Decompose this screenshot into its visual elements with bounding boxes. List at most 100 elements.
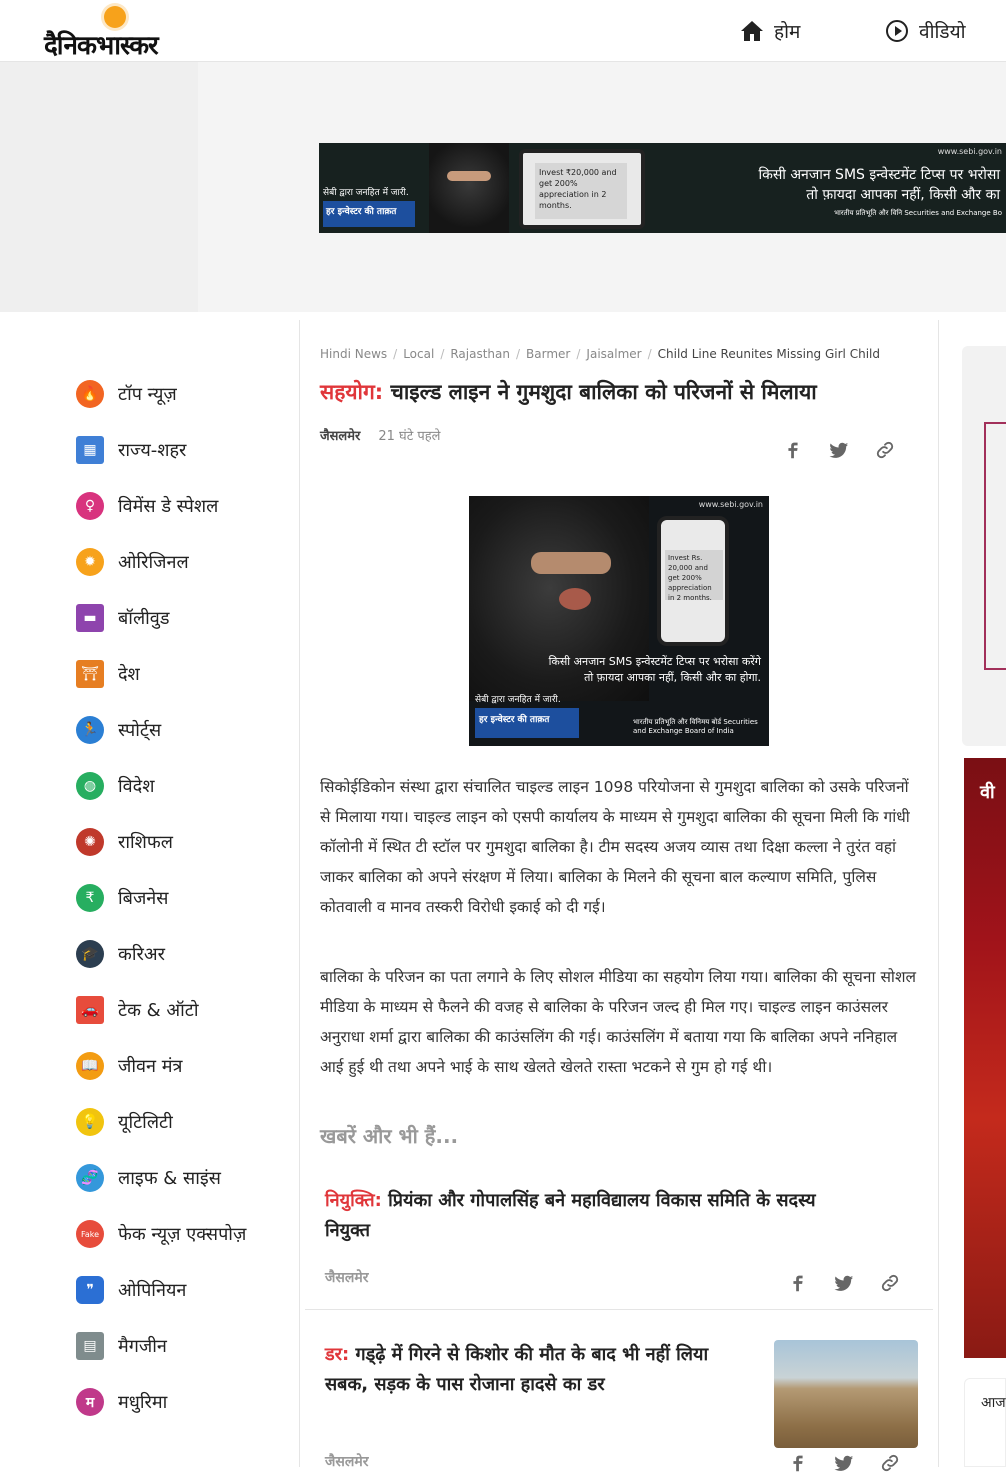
related-story-card[interactable]: डर: गड्ढ़े में गिरने से किशोर की मौत के … <box>325 1340 925 1472</box>
sidebar-item-sports[interactable]: 🏃 स्पोर्ट्स <box>76 702 291 758</box>
breadcrumb-link[interactable]: Local <box>403 347 434 361</box>
related-story-thumbnail[interactable] <box>774 1340 918 1448</box>
nav-home[interactable]: होम <box>740 18 800 44</box>
banner-right-note: भारतीय प्रतिभूति और विनि Securities and … <box>834 209 1002 217</box>
link-icon[interactable] <box>874 439 896 461</box>
original-icon: ✹ <box>76 548 104 576</box>
right-rail-ad[interactable] <box>962 346 1006 746</box>
sidebar-item-fake-news[interactable]: Fake फेक न्यूज़ एक्सपोज़ <box>76 1206 291 1262</box>
facebook-icon[interactable] <box>787 1272 809 1294</box>
article-image[interactable]: www.sebi.gov.in Invest Rs. 20,000 and ge… <box>469 496 769 746</box>
share-bar <box>782 439 896 461</box>
dna-icon: 🧬 <box>76 1164 104 1192</box>
facebook-icon[interactable] <box>782 439 804 461</box>
m-icon: म <box>76 1388 104 1416</box>
more-news-heading: खबरें और भी हैं... <box>320 1124 459 1148</box>
car-icon: 🚗 <box>76 996 104 1024</box>
nav-video-label: वीडियो <box>919 21 966 43</box>
share-bar <box>787 1452 901 1474</box>
sidebar-item-life-science[interactable]: 🧬 लाइफ & साइंस <box>76 1150 291 1206</box>
sidebar-item-horoscope[interactable]: ✺ राशिफल <box>76 814 291 870</box>
related-story-card[interactable]: नियुक्ति: प्रियंका और गोपालसिंह बने महाव… <box>325 1186 925 1292</box>
sidebar-item-utility[interactable]: 💡 यूटिलिटी <box>76 1094 291 1150</box>
sidebar-item-bollywood[interactable]: ▬ बॉलीवुड <box>76 590 291 646</box>
right-rail-promo[interactable]: वी <box>964 758 1006 1358</box>
sidebar-item-label: टेक & ऑटो <box>118 1000 199 1021</box>
related-story-title[interactable]: नियुक्ति: प्रियंका और गोपालसिंह बने महाव… <box>325 1186 865 1246</box>
play-circle-icon <box>886 20 908 42</box>
article-main: Hindi News / Local / Rajasthan / Barmer / Ja… <box>320 340 920 1472</box>
related-story-keyword: डर: <box>325 1344 350 1365</box>
sidebar-item-label: मधुरिमा <box>118 1392 168 1413</box>
link-icon[interactable] <box>879 1452 901 1474</box>
site-header: दैनिकभास्कर होम वीडियो <box>0 0 1006 62</box>
image-line2: तो फ़ायदा आपका नहीं, किसी और का होगा. <box>584 671 761 684</box>
sidebar-item-label: बॉलीवुड <box>118 608 170 629</box>
banner-ad[interactable]: Invest ₹20,000 and get 200% appreciation… <box>319 143 1006 233</box>
twitter-icon[interactable] <box>828 439 850 461</box>
banner-sms-text: Invest ₹20,000 and get 200% appreciation… <box>535 163 627 219</box>
gate-icon: ⛩ <box>76 660 104 688</box>
bulb-icon: 💡 <box>76 1108 104 1136</box>
breadcrumb-link[interactable]: Rajasthan <box>450 347 510 361</box>
breadcrumb-current: Child Line Reunites Missing Girl Child <box>657 347 880 361</box>
twitter-icon[interactable] <box>833 1272 855 1294</box>
sidebar-item-career[interactable]: 🎓 करिअर <box>76 926 291 982</box>
banner-url: www.sebi.gov.in <box>937 147 1002 156</box>
banner-line2: तो फ़ायदा आपका नहीं, किसी और का <box>806 187 1000 203</box>
link-icon[interactable] <box>879 1272 901 1294</box>
zodiac-icon: ✺ <box>76 828 104 856</box>
sidebar-item-top-news[interactable]: 🔥 टॉप न्यूज़ <box>76 366 291 422</box>
article-title: सहयोग: चाइल्ड लाइन ने गुमशुदा बालिका को … <box>320 376 920 408</box>
twitter-icon[interactable] <box>833 1452 855 1474</box>
breadcrumb: Hindi News / Local / Rajasthan / Barmer / Ja… <box>320 347 880 361</box>
sidebar-item-madhurima[interactable]: म मधुरिमा <box>76 1374 291 1430</box>
sidebar-item-label: यूटिलिटी <box>118 1112 173 1133</box>
related-story-title[interactable]: डर: गड्ढ़े में गिरने से किशोर की मौत के … <box>325 1340 745 1400</box>
sidebar-item-label: बिजनेस <box>118 888 169 909</box>
logo-text: दैनिकभास्कर <box>44 31 159 61</box>
nav-video[interactable]: वीडियो <box>885 18 966 44</box>
sidebar-item-opinion[interactable]: ❞ ओपिनियन <box>76 1262 291 1318</box>
globe-icon: ◍ <box>76 772 104 800</box>
home-icon <box>741 21 763 41</box>
sidebar-item-label: ओपिनियन <box>118 1280 187 1301</box>
sidebar-item-world[interactable]: ◍ विदेश <box>76 758 291 814</box>
banner-line1: किसी अनजान SMS इन्वेस्टमेंट टिप्स पर भरो… <box>758 167 1000 183</box>
sidebar-item-label: स्पोर्ट्स <box>118 720 162 741</box>
clapper-icon: ▬ <box>76 604 104 632</box>
sidebar-item-state-city[interactable]: ▦ राज्य-शहर <box>76 422 291 478</box>
city-icon: ▦ <box>76 436 104 464</box>
breadcrumb-link[interactable]: Hindi News <box>320 347 387 361</box>
sidebar-item-label: करिअर <box>118 944 165 965</box>
right-rail-widget[interactable]: आज <box>964 1378 1006 1467</box>
article-paragraph: सिकोईडिकोन संस्था द्वारा संचालित चाइल्ड … <box>320 778 910 916</box>
book-icon: 📖 <box>76 1052 104 1080</box>
magazine-icon: ▤ <box>76 1332 104 1360</box>
article-keyword: सहयोग: <box>320 380 384 404</box>
article-city[interactable]: जैसलमेर <box>320 426 360 444</box>
sidebar-item-tech-auto[interactable]: 🚗 टेक & ऑटो <box>76 982 291 1038</box>
related-story-city[interactable]: जैसलमेर <box>325 1452 368 1471</box>
sidebar-item-original[interactable]: ✹ ओरिजिनल <box>76 534 291 590</box>
breadcrumb-link[interactable]: Barmer <box>526 347 570 361</box>
masked-face-image <box>429 143 509 233</box>
sidebar-item-country[interactable]: ⛩ देश <box>76 646 291 702</box>
sidebar-item-jeevan-mantra[interactable]: 📖 जीवन मंत्र <box>76 1038 291 1094</box>
card-divider <box>305 1309 933 1310</box>
sebi-logo: हर इन्वेस्टर की ताक़त <box>475 708 579 738</box>
facebook-icon[interactable] <box>787 1452 809 1474</box>
share-bar <box>787 1272 901 1294</box>
breadcrumb-link[interactable]: Jaisalmer <box>586 347 641 361</box>
sidebar-item-label: जीवन मंत्र <box>118 1056 183 1077</box>
sidebar-item-business[interactable]: ₹ बिजनेस <box>76 870 291 926</box>
phone-image: Invest ₹20,000 and get 200% appreciation… <box>519 149 645 229</box>
related-story-keyword: नियुक्ति: <box>325 1190 382 1211</box>
sidebar-item-womens-day[interactable]: ♀ विमेंस डे स्पेशल <box>76 478 291 534</box>
image-line1: किसी अनजान SMS इन्वेस्टमेंट टिप्स पर भरो… <box>548 655 761 668</box>
sidebar-item-magazine[interactable]: ▤ मैगजीन <box>76 1318 291 1374</box>
women-icon: ♀ <box>76 492 104 520</box>
banner-left-note: सेबी द्वारा जनहित में जारी. <box>323 188 409 198</box>
runner-icon: 🏃 <box>76 716 104 744</box>
site-logo[interactable]: दैनिकभास्कर <box>44 6 189 61</box>
